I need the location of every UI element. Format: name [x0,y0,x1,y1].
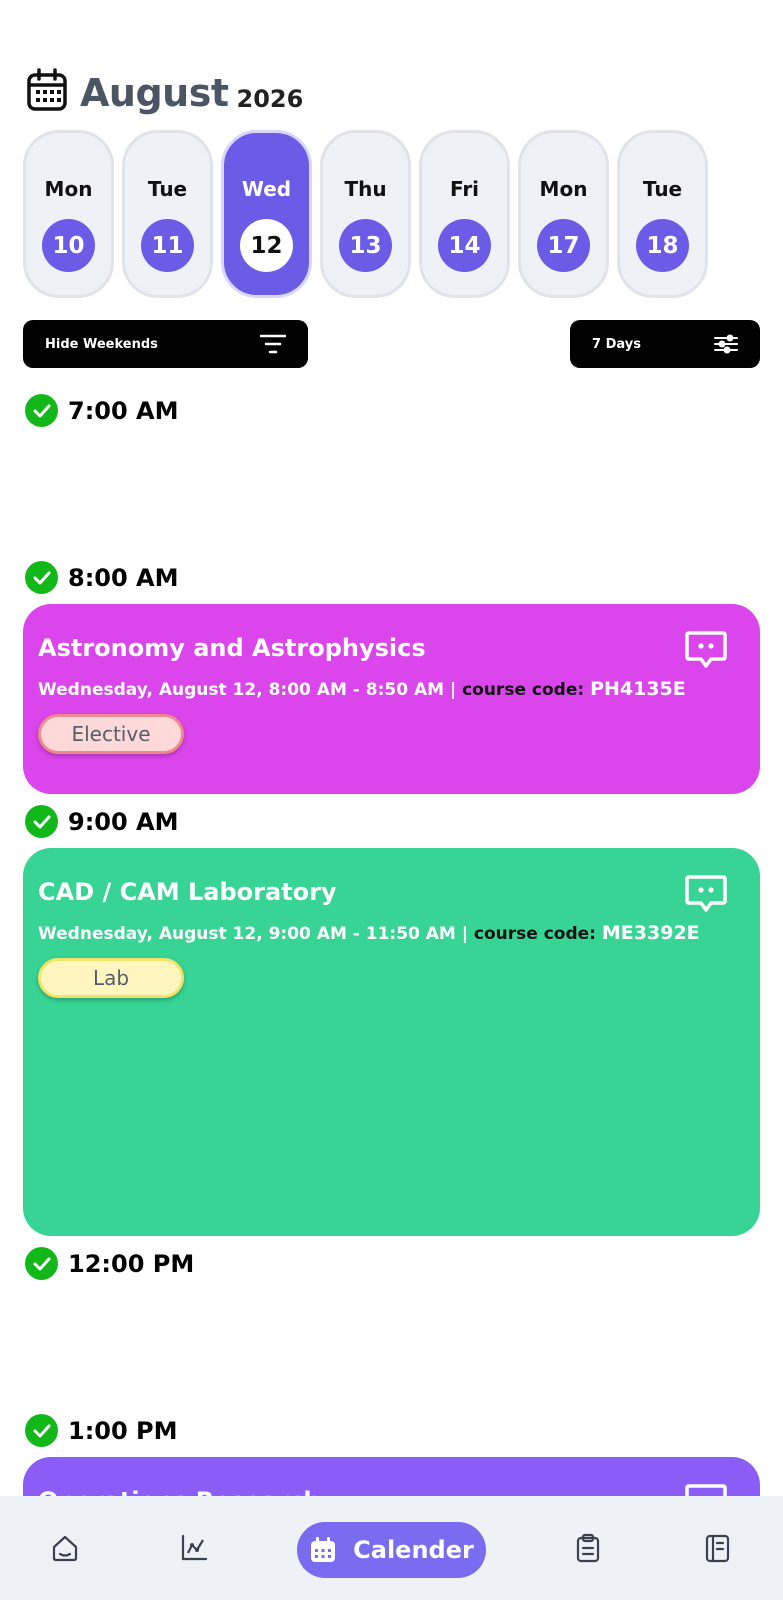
notebook-icon[interactable] [702,1533,732,1563]
day-name: Tue [642,177,683,201]
event-details: Wednesday, August 12, 9:00 AM - 11:50 AM… [38,922,745,944]
calendar-icon [27,68,67,111]
time-slot: 8:00 AM [25,561,179,594]
time-slot: 12:00 PM [25,1247,194,1280]
event-title: Astronomy and Astrophysics [38,634,426,662]
time-slot: 7:00 AM [25,394,179,427]
day-name: Wed [241,177,292,201]
day-number: 18 [636,219,689,272]
day-number: 14 [438,219,491,272]
event-card[interactable]: Astronomy and Astrophysics Wednesday, Au… [23,604,760,794]
day-item[interactable]: Mon 10 [23,130,114,298]
day-number: 10 [42,219,95,272]
day-name: Mon [539,177,588,201]
course-code-label: course code: [462,680,591,700]
day-number: 11 [141,219,194,272]
check-icon [25,805,58,838]
day-name: Thu [344,177,387,201]
chat-icon[interactable] [684,874,728,914]
day-selector: Mon 10 Tue 11 Wed 12 Thu 13 Fri 14 Mon 1… [23,130,716,298]
course-code-label: course code: [473,924,602,944]
event-tag: Elective [38,714,184,754]
clipboard-icon[interactable] [573,1533,603,1563]
day-name: Tue [147,177,188,201]
time-label: 12:00 PM [68,1249,195,1278]
day-item[interactable]: Thu 13 [320,130,411,298]
time-slot: 1:00 PM [25,1414,178,1447]
course-code: ME3392E [601,922,700,944]
nav-calender-label: Calender [353,1536,474,1564]
day-item[interactable]: Mon 17 [518,130,609,298]
event-details: Wednesday, August 12, 8:00 AM - 8:50 AM … [38,678,745,700]
filter-icon [260,334,286,354]
hide-weekends-button[interactable]: Hide Weekends [23,320,308,368]
hide-weekends-label: Hide Weekends [45,336,158,352]
time-label: 7:00 AM [68,396,179,425]
nav-calender-button[interactable]: Calender [297,1522,486,1578]
year-title: 2026 [236,85,304,113]
day-item[interactable]: Tue 11 [122,130,213,298]
bottom-nav: Calender [0,1496,783,1600]
event-card[interactable]: CAD / CAM Laboratory Wednesday, August 1… [23,848,760,1236]
time-label: 9:00 AM [68,807,179,836]
day-number: 13 [339,219,392,272]
check-icon [25,1247,58,1280]
day-item-selected[interactable]: Wed 12 [221,130,312,298]
sliders-icon [714,334,738,354]
day-item[interactable]: Fri 14 [419,130,510,298]
page-header: August 2026 [26,62,303,112]
day-name: Mon [44,177,93,201]
month-title: August [80,71,229,115]
event-time: Wednesday, August 12, 9:00 AM - 11:50 AM… [38,924,474,944]
day-name: Fri [449,177,480,201]
day-item[interactable]: Tue 18 [617,130,708,298]
time-label: 1:00 PM [68,1416,178,1445]
course-code: PH4135E [590,678,686,700]
chart-icon[interactable] [179,1533,209,1563]
check-icon [25,1414,58,1447]
event-tag: Lab [38,958,184,998]
calendar-icon [311,1537,336,1562]
event-title: CAD / CAM Laboratory [38,878,337,906]
check-icon [25,561,58,594]
home-icon[interactable] [50,1533,80,1563]
chat-icon[interactable] [684,630,728,670]
range-label: 7 Days [592,336,641,352]
day-number: 12 [240,219,293,272]
time-slot: 9:00 AM [25,805,179,838]
event-time: Wednesday, August 12, 8:00 AM - 8:50 AM … [38,680,463,700]
check-icon [25,394,58,427]
time-label: 8:00 AM [68,563,179,592]
day-number: 17 [537,219,590,272]
range-selector-button[interactable]: 7 Days [570,320,760,368]
